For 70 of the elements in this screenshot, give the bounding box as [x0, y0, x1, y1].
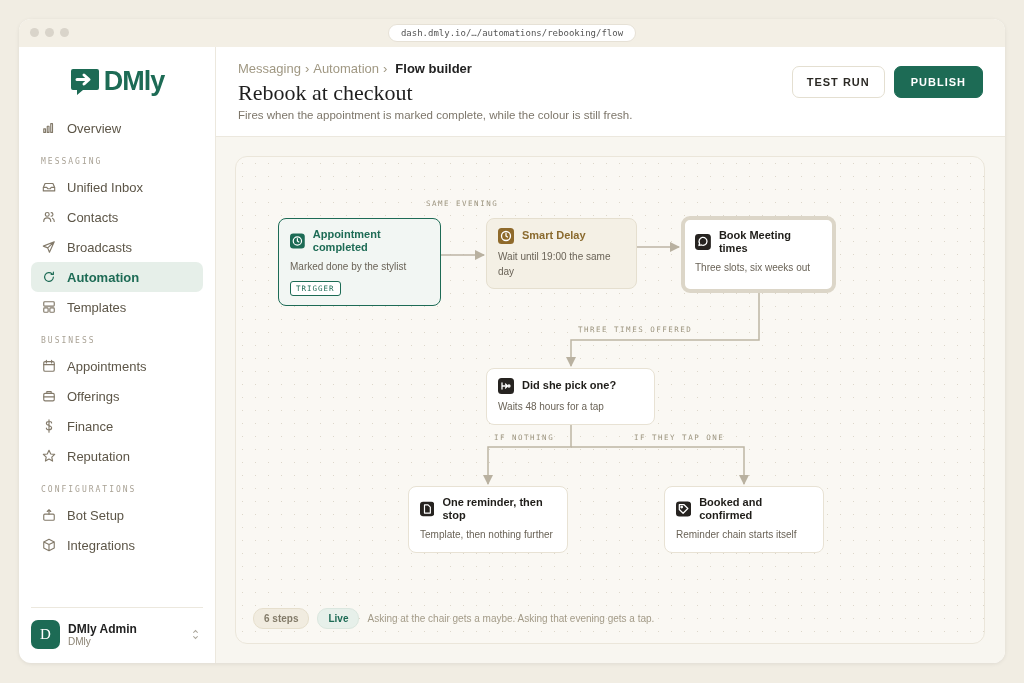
- node-description: Three slots, six weeks out: [695, 261, 811, 276]
- sidebar-item[interactable]: Unified Inbox: [31, 172, 203, 202]
- avatar: D: [31, 620, 60, 649]
- node-title: Book Meeting times: [718, 229, 792, 256]
- sidebar-item[interactable]: Integrations: [31, 530, 203, 560]
- nav-icon: [42, 300, 56, 314]
- clock-icon: [498, 228, 514, 244]
- node-title: One reminder, then stop: [442, 496, 544, 523]
- tag-icon: [676, 501, 692, 518]
- connector-arrow: [440, 249, 486, 261]
- nav-icon: [42, 240, 56, 254]
- section-heading: BUSINESS: [40, 336, 97, 345]
- node-description: Marked done by the stylist: [290, 260, 407, 275]
- node-description: Wait until 19:00 the same day: [498, 250, 612, 279]
- logo-text: DMly: [103, 66, 165, 97]
- connector-arrow: [636, 241, 681, 253]
- flow-node[interactable]: One reminder, then stop Template, then nothing further: [408, 486, 568, 553]
- nav-icon: [42, 508, 56, 522]
- sidebar-item[interactable]: Contacts: [31, 202, 203, 232]
- section-heading: MESSAGING: [40, 157, 104, 166]
- sidebar-item[interactable]: Reputation: [31, 441, 203, 471]
- flow-note: Asking at the chair gets a maybe. Asking that evening gets a tap.: [367, 613, 655, 624]
- node-title: Appointment completed: [312, 228, 382, 255]
- node-title: Booked and confirmed: [699, 496, 764, 523]
- chevron-up-down-icon: [192, 629, 199, 640]
- sidebar-item[interactable]: Broadcasts: [31, 232, 203, 262]
- flow-node[interactable]: Did she pick one? Waits 48 hours for a tap: [486, 368, 655, 425]
- user-name: DMly Admin: [68, 622, 138, 636]
- nav-icon: [42, 270, 56, 284]
- nav-icon: [42, 180, 56, 194]
- step-count-badge: 6 steps: [253, 608, 310, 629]
- section-heading: CONFIGURATIONS: [40, 485, 138, 494]
- sidebar-item[interactable]: Overview: [31, 113, 203, 143]
- node-description: Template, then nothing further: [420, 528, 553, 543]
- flow-node[interactable]: Smart Delay Wait until 19:00 the same day: [486, 218, 637, 289]
- sidebar-item[interactable]: Bot Setup: [31, 500, 203, 530]
- nav-icon: [42, 449, 56, 463]
- sidebar-item[interactable]: Automation: [31, 262, 203, 292]
- page-title: Rebook at checkout: [238, 80, 414, 106]
- breadcrumb-separator: ›: [383, 61, 388, 76]
- sidebar-item[interactable]: Templates: [31, 292, 203, 322]
- publish-button[interactable]: PUBLISH: [893, 66, 983, 98]
- clock-icon: [290, 233, 305, 250]
- test-run-button[interactable]: TEST RUN: [791, 66, 885, 98]
- nav-icon: [42, 210, 56, 224]
- node-title: Smart Delay: [522, 229, 586, 243]
- account-switcher[interactable]: D DMly Admin DMly: [31, 607, 203, 661]
- flow-node[interactable]: Book Meeting times Three slots, six weeks out: [681, 216, 836, 293]
- chat-icon: [695, 234, 711, 251]
- node-description: Reminder chain starts itself: [676, 528, 797, 543]
- status-badge: Live: [317, 608, 360, 629]
- branch-icon: [498, 378, 514, 394]
- user-org: DMly: [68, 636, 92, 647]
- window-controls-icon: [30, 28, 69, 37]
- nav-icon: [42, 538, 56, 552]
- chat-bubble-logo-icon: [69, 67, 100, 96]
- nav-icon: [42, 359, 56, 373]
- breadcrumb-separator: ›: [304, 61, 310, 76]
- page-subtitle: Fires when the appointment is marked complete, while the colour is still fresh.: [238, 109, 633, 121]
- sidebar-item[interactable]: Offerings: [31, 381, 203, 411]
- document-icon: [420, 501, 435, 518]
- breadcrumb-current: Flow builder: [395, 61, 472, 76]
- flow-node[interactable]: Booked and confirmed Reminder chain starts itself: [664, 486, 824, 553]
- address-bar[interactable]: dash.dmly.io/…/automations/rebooking/flow: [387, 24, 637, 42]
- node-description: Waits 48 hours for a tap: [498, 400, 604, 414]
- node-title: Did she pick one?: [522, 379, 617, 393]
- sidebar-item[interactable]: Finance: [31, 411, 203, 441]
- sidebar-item[interactable]: Appointments: [31, 351, 203, 381]
- nav-icon: [42, 389, 56, 403]
- nav-icon: [42, 121, 56, 135]
